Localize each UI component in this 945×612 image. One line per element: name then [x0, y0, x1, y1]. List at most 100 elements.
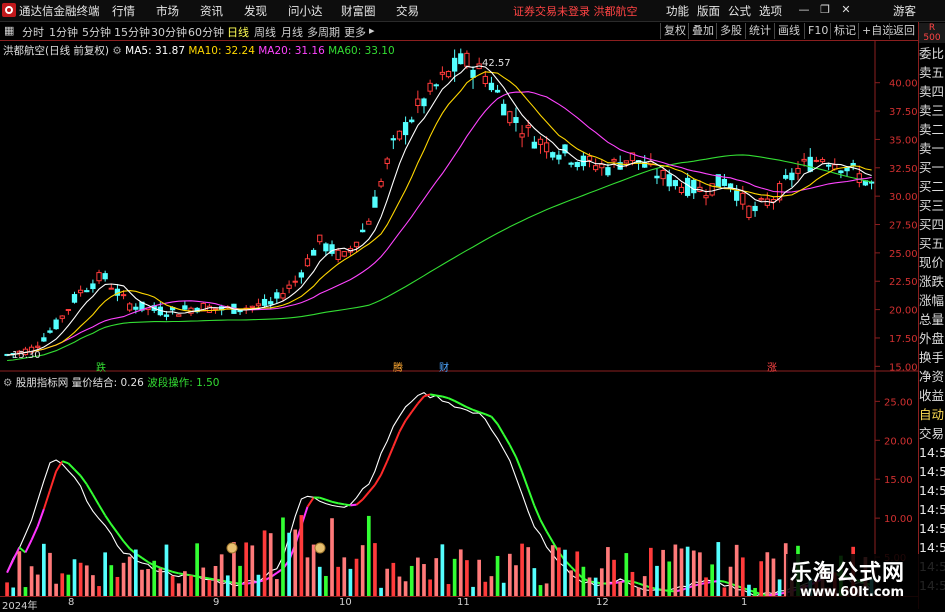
indicator-bar	[490, 576, 494, 596]
period-1min[interactable]: 1分钟	[49, 24, 78, 40]
btn-biaoji[interactable]: 标记	[830, 23, 859, 39]
indicator-bar	[520, 544, 524, 596]
menu-banmian[interactable]: 版面	[697, 3, 720, 19]
legend-settings-icon[interactable]: ⚙	[112, 45, 121, 57]
menu-xuanxiang[interactable]: 选项	[759, 3, 782, 19]
indicator-bar	[459, 549, 463, 596]
menu-jiaoyi[interactable]: 交易	[396, 3, 419, 19]
side-panel-item[interactable]: 自动	[919, 406, 945, 423]
candle-body	[72, 295, 76, 303]
side-panel-item: 涨跌	[919, 273, 945, 290]
period-daily[interactable]: 日线	[227, 24, 249, 40]
candle-body	[575, 162, 579, 166]
period-30min[interactable]: 30分钟	[151, 24, 187, 40]
candle-body	[91, 284, 95, 289]
indicator-bar	[465, 560, 469, 596]
indicator-bar	[11, 588, 15, 596]
side-panel-item[interactable]: 14:56	[919, 501, 945, 518]
candle-body	[587, 156, 591, 160]
candle-body	[452, 58, 456, 71]
candle-body	[103, 274, 107, 279]
side-panel-item[interactable]: 14:56	[919, 463, 945, 480]
candle-body	[784, 176, 788, 179]
indicator-segment	[547, 531, 553, 541]
btn-huaxian[interactable]: 画线	[774, 23, 803, 39]
indicator-segment	[528, 489, 534, 506]
indicator-segment	[406, 412, 412, 421]
btn-f10[interactable]: F10	[804, 23, 831, 39]
indicator-bar	[539, 585, 543, 596]
menu-wenxiaoda[interactable]: 问小达	[288, 3, 323, 19]
indicator-bar	[765, 552, 769, 596]
side-panel-item: 净资	[919, 368, 945, 385]
candle-body	[747, 206, 751, 217]
btn-tongji[interactable]: 统计	[745, 23, 774, 39]
indicator-bar	[79, 563, 83, 596]
period-60min[interactable]: 60分钟	[188, 24, 224, 40]
indicator-bar	[263, 530, 267, 596]
period-fenshi[interactable]: 分时	[22, 24, 44, 40]
btn-duogu[interactable]: 多股	[716, 23, 745, 39]
candle-body	[606, 168, 610, 175]
menu-gongneng[interactable]: 功能	[666, 3, 689, 19]
period-15min[interactable]: 15分钟	[114, 24, 150, 40]
candle-body	[857, 174, 861, 183]
btn-fanhui[interactable]: 返回	[889, 23, 918, 39]
period-5min[interactable]: 5分钟	[82, 24, 111, 40]
indicator-bar	[226, 575, 230, 596]
indicator-bar	[416, 558, 420, 596]
restore-icon[interactable]: ❐	[818, 3, 832, 16]
period-weekly[interactable]: 周线	[254, 24, 276, 40]
indicator-bar	[373, 543, 377, 596]
period-multi[interactable]: 多周期	[307, 24, 340, 40]
side-panel-item[interactable]: 14:56	[919, 482, 945, 499]
period-more[interactable]: 更多	[344, 24, 366, 40]
indicator-bar	[716, 542, 720, 596]
side-panel-item: 卖四	[919, 83, 945, 100]
candle-body	[85, 291, 89, 292]
minimize-icon[interactable]: —	[797, 3, 811, 16]
period-monthly[interactable]: 月线	[281, 24, 303, 40]
indicator-bar	[293, 530, 297, 596]
menu-gongshi[interactable]: 公式	[728, 3, 751, 19]
candle-body	[685, 178, 689, 195]
indicator-bar	[140, 570, 144, 596]
indicator-bar	[514, 565, 518, 596]
side-panel-item: 卖三	[919, 102, 945, 119]
ma5-label: MA5: 31.87	[125, 45, 185, 57]
indicator-settings-icon[interactable]: ⚙	[3, 377, 12, 389]
ma10-line	[7, 72, 872, 355]
menu-caifuquan[interactable]: 财富圈	[341, 3, 376, 19]
menu-shichang[interactable]: 市场	[156, 3, 179, 19]
toolbar-grid-icon[interactable]: ▦	[4, 24, 14, 37]
candle-body	[489, 83, 493, 89]
indicator-segment	[142, 558, 148, 562]
close-icon[interactable]: ✕	[839, 3, 853, 16]
candle-body	[673, 181, 677, 186]
side-panel-item: 换手	[919, 349, 945, 366]
indicator-bar	[257, 575, 261, 596]
guest-label[interactable]: 游客	[893, 3, 916, 19]
indicator-bar	[655, 566, 659, 596]
kline-chart[interactable]: 40.0037.5035.0032.5030.0027.5025.0022.50…	[0, 41, 918, 596]
candle-body	[397, 131, 401, 139]
candle-body	[722, 179, 726, 185]
side-panel-item[interactable]: 交易	[919, 425, 945, 442]
indicator-segment	[534, 506, 540, 520]
indicator-bar	[42, 544, 46, 596]
indicator-bar	[48, 553, 52, 596]
side-panel-item[interactable]: 14:56	[919, 444, 945, 461]
indicator-bar	[250, 545, 254, 596]
side-panel-item[interactable]: 14:56	[919, 520, 945, 537]
indicator-bar	[177, 583, 181, 596]
menu-zixun[interactable]: 资讯	[200, 3, 223, 19]
menu-hangqing[interactable]: 行情	[112, 3, 135, 19]
more-arrow-icon[interactable]: ▸	[369, 24, 375, 37]
candle-body	[802, 159, 806, 161]
app-title: 通达信金融终端	[19, 3, 100, 19]
candle-body	[42, 338, 46, 341]
btn-fuquan[interactable]: 复权	[660, 23, 689, 39]
indicator-segment	[124, 541, 130, 548]
btn-diejia[interactable]: 叠加	[688, 23, 717, 39]
menu-faxian[interactable]: 发现	[244, 3, 267, 19]
